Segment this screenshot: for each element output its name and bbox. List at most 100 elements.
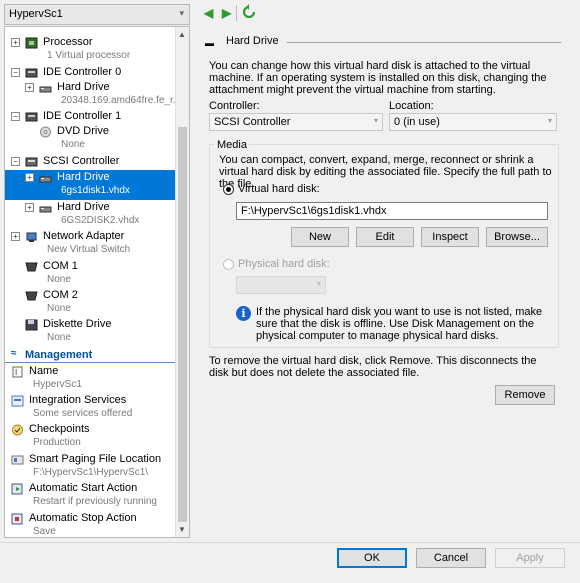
apply-button[interactable]: Apply [495,548,565,568]
tree-item-label: Network Adapter [43,230,125,242]
tree-item-label: COM 2 [43,289,78,301]
tree-item-label: Hard Drive [57,171,110,183]
tree-item-label: Checkpoints [29,423,90,435]
remove-button[interactable]: Remove [495,385,555,405]
tree-item-label: Hard Drive [57,81,110,93]
location-label: Location: [389,100,434,112]
automatic-stop-icon [11,513,24,525]
checkpoints-icon [11,424,24,436]
tree-item-diskette-drive[interactable]: Diskette Drive None [5,317,177,347]
tree-item-label: Integration Services [29,394,127,406]
tree-item-processor[interactable]: + Processor 1 Virtual processor [5,35,177,65]
tree-item-name[interactable]: I Name HypervSc1 [5,364,177,394]
physical-disk-info-text: If the physical hard disk you want to us… [256,306,543,342]
expand-icon[interactable]: + [25,203,34,212]
tree-item-hard-drive[interactable]: + Hard Drive 6GS2DISK2.vhdx [5,200,177,230]
physical-hard-disk-label: Physical hard disk: [238,258,330,270]
back-arrow-icon[interactable]: ◀ [204,6,213,20]
tree-item-summary: F:\HypervSc1\HypervSc1\ [33,467,149,478]
tree-item-summary: New Virtual Switch [47,244,131,255]
com-port-icon [25,290,38,302]
refresh-icon[interactable] [242,4,256,20]
ide-controller-icon [25,111,38,123]
tree-item-summary: 6gs1disk1.vhdx [61,185,130,196]
edit-button[interactable]: Edit [356,227,414,247]
integration-services-icon [11,395,24,407]
tree-item-automatic-start-action[interactable]: Automatic Start Action Restart if previou… [5,481,177,511]
tree-item-label: Name [29,365,59,377]
management-section-header[interactable]: ≈ Management [5,348,177,362]
physical-hard-disk-dropdown[interactable]: ▾ [236,276,326,294]
location-dropdown[interactable]: 0 (in use) ▾ [389,113,557,131]
management-title: Management [25,349,93,361]
collapse-icon[interactable]: − [11,157,20,166]
browse-button[interactable]: Browse... [486,227,548,247]
tree-item-com-1[interactable]: COM 1 None [5,259,177,289]
expand-icon[interactable]: + [11,232,20,241]
tree-item-label: Smart Paging File Location [29,453,162,465]
scsi-controller-icon [25,156,38,168]
tree-item-dvd-drive[interactable]: DVD Drive None [5,124,177,154]
physical-hard-disk-radio[interactable] [223,259,234,270]
vm-selector[interactable]: HypervSc1 ▾ [4,4,190,25]
forward-arrow-icon[interactable]: ▶ [222,6,231,20]
tree-item-summary: None [47,303,71,314]
tree-item-label: SCSI Controller [43,155,120,167]
chevron-down-icon: ▾ [179,8,184,18]
remove-instructions: To remove the virtual hard disk, click R… [209,355,537,379]
tree-item-automatic-stop-action[interactable]: Automatic Stop Action Save [5,511,177,537]
tree-item-summary: None [47,332,71,343]
hard-drive-icon [39,202,52,214]
cancel-button[interactable]: Cancel [416,548,486,568]
settings-tree[interactable]: + Processor 1 Virtual processor − IDE Contro… [4,26,190,538]
virtual-hard-disk-radio[interactable] [223,184,234,195]
controller-value: SCSI Controller [214,116,291,128]
controller-dropdown[interactable]: SCSI Controller ▾ [209,113,383,131]
tree-item-integration-services[interactable]: Integration Services Some services offere… [5,393,177,423]
new-button[interactable]: New [291,227,349,247]
tree-item-com-2[interactable]: COM 2 None [5,288,177,318]
tree-item-network-adapter[interactable]: + Network Adapter New Virtual Switch [5,229,177,259]
scroll-up-icon[interactable]: ▲ [178,30,186,39]
tree-item-hard-drive[interactable]: + Hard Drive 20348.169.amd64fre.fe_r... [5,80,181,110]
tree-item-checkpoints[interactable]: Checkpoints Production [5,422,177,452]
tree-item-label: COM 1 [43,260,78,272]
footer-divider [0,542,580,543]
scroll-down-icon[interactable]: ▼ [178,525,186,534]
collapse-chevron-icon[interactable]: ≈ [11,348,17,359]
tree-item-label: IDE Controller 1 [43,110,122,122]
svg-text:I: I [15,368,17,377]
dvd-drive-icon [39,126,52,138]
section-divider [5,362,177,363]
section-rule [287,42,561,43]
expand-icon[interactable]: + [11,38,20,47]
diskette-drive-icon [25,319,38,331]
controller-label: Controller: [209,100,260,112]
ok-button[interactable]: OK [337,548,407,568]
inspect-button[interactable]: Inspect [421,227,479,247]
scrollbar-thumb[interactable] [178,127,187,522]
virtual-hard-disk-path: F:\HypervSc1\6gs1disk1.vhdx [241,205,387,217]
tree-item-label: DVD Drive [57,125,109,137]
com-port-icon [25,261,38,273]
automatic-start-icon [11,483,24,495]
tree-item-smart-paging-file-location[interactable]: Smart Paging File Location F:\HypervSc1\H… [5,452,177,482]
collapse-icon[interactable]: − [11,112,20,121]
virtual-hard-disk-path-field[interactable]: F:\HypervSc1\6gs1disk1.vhdx [236,202,548,220]
media-label: Media [215,139,249,151]
tree-item-summary: 6GS2DISK2.vhdx [61,215,140,226]
tree-item-hard-drive[interactable]: + Hard Drive 6gs1disk1.vhdx [5,170,177,200]
tree-item-summary: Some services offered [33,408,133,419]
chevron-down-icon: ▾ [316,279,321,288]
hard-drive-icon [39,172,52,184]
tree-item-summary: Production [33,437,81,448]
tree-item-summary: None [61,139,85,150]
expand-icon[interactable]: + [25,83,34,92]
expand-icon[interactable]: + [25,173,34,182]
tree-item-label: Hard Drive [57,201,110,213]
tree-scrollbar[interactable]: ▲ ▼ [175,27,189,537]
detail-pane: ▬ Hard Drive You can change how this vir… [199,26,569,538]
tree-item-label: Automatic Start Action [29,482,138,494]
collapse-icon[interactable]: − [11,68,20,77]
location-value: 0 (in use) [394,116,440,128]
